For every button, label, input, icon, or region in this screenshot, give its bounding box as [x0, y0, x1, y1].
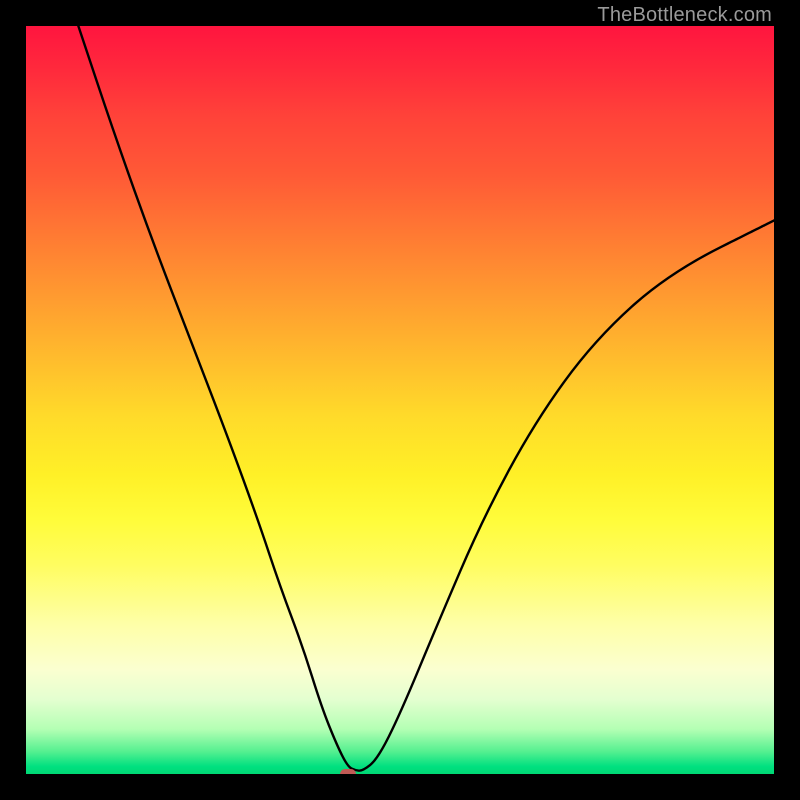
plot-area [26, 26, 774, 774]
bottleneck-curve [26, 26, 774, 774]
optimal-point-marker [340, 769, 356, 774]
chart-frame: TheBottleneck.com [0, 0, 800, 800]
curve-path [78, 26, 774, 771]
watermark-text: TheBottleneck.com [597, 4, 772, 27]
